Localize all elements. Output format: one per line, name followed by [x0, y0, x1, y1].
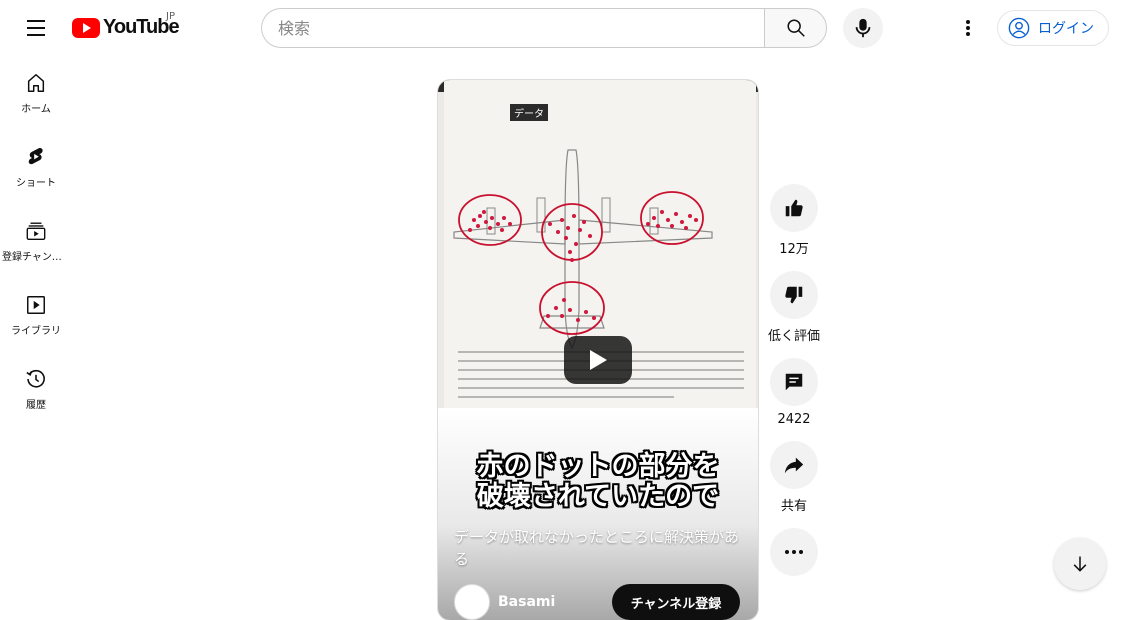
subscribe-button[interactable]: チャンネル登録 — [612, 584, 740, 620]
comments-button[interactable] — [770, 358, 818, 406]
search-box — [261, 8, 827, 48]
sidebar-item-history[interactable]: 履歴 — [0, 352, 72, 426]
shorts-video-player[interactable]: データ 赤のドットの部分を 破壊されていたので データが取れなかったところに解決… — [438, 80, 758, 620]
short-title[interactable]: データが取れなかったところに解決策がある — [454, 526, 746, 570]
share-button[interactable] — [770, 441, 818, 489]
overlay-caption-line2: 破壊されていたので — [476, 481, 720, 512]
youtube-logo[interactable]: YouTube — [72, 16, 180, 39]
home-icon — [27, 73, 45, 92]
region-code: JP — [166, 11, 175, 22]
more-action — [766, 528, 822, 576]
sidebar-item-subscriptions[interactable]: 登録チャンネル — [0, 204, 72, 278]
shorts-action-rail: 12万 低く評価 2422 共有 — [766, 184, 822, 590]
shorts-icon — [28, 147, 43, 164]
search-button[interactable] — [764, 8, 827, 48]
arrow-down-icon — [1073, 556, 1087, 572]
login-label: ログイン — [1038, 21, 1094, 37]
more-vert-icon — [966, 20, 970, 36]
login-button[interactable]: ログイン — [997, 10, 1109, 46]
youtube-play-icon — [72, 17, 100, 38]
comment-action: 2422 — [766, 358, 822, 427]
channel-bar: Basami チャンネル登録 — [454, 584, 746, 620]
settings-more-button[interactable] — [948, 8, 988, 48]
mini-guide: ホーム ショート 登録チャンネル ライブラリ 履歴 — [0, 56, 72, 426]
sidebar-item-label: 登録チャンネル — [2, 251, 70, 263]
masthead: YouTube JP ログイン — [0, 0, 1124, 56]
dislike-action: 低く評価 — [766, 271, 822, 344]
channel-name[interactable]: Basami — [498, 594, 555, 610]
more-horiz-icon — [785, 550, 803, 554]
search-input[interactable] — [261, 8, 764, 48]
channel-avatar[interactable] — [454, 584, 490, 620]
sidebar-item-label: ライブラリ — [11, 325, 61, 337]
sidebar-item-label: 履歴 — [26, 399, 46, 411]
sidebar-item-shorts[interactable]: ショート — [0, 130, 72, 204]
comment-icon — [785, 373, 803, 391]
video-overlay-caption: 赤のドットの部分を 破壊されていたので — [438, 452, 758, 512]
thumb-up-icon — [785, 199, 803, 217]
next-short-button[interactable] — [1054, 538, 1106, 590]
menu-icon[interactable] — [16, 12, 56, 44]
dislike-label: 低く評価 — [767, 329, 820, 344]
play-button[interactable] — [564, 336, 632, 384]
microphone-icon — [855, 18, 871, 38]
thumb-down-icon — [785, 286, 803, 304]
like-action: 12万 — [766, 184, 822, 257]
dislike-button[interactable] — [770, 271, 818, 319]
share-label: 共有 — [780, 499, 807, 514]
sidebar-item-home[interactable]: ホーム — [0, 56, 72, 130]
more-actions-button[interactable] — [770, 528, 818, 576]
like-button[interactable] — [770, 184, 818, 232]
sidebar-item-library[interactable]: ライブラリ — [0, 278, 72, 352]
sidebar-item-label: ショート — [16, 177, 56, 189]
share-action: 共有 — [766, 441, 822, 514]
share-icon — [784, 457, 804, 474]
play-icon — [590, 350, 607, 370]
subscriptions-icon — [26, 222, 46, 240]
like-count: 12万 — [779, 242, 809, 257]
search-icon — [786, 19, 805, 37]
library-icon — [27, 295, 45, 314]
sidebar-item-label: ホーム — [21, 103, 51, 115]
account-circle-icon — [1008, 17, 1030, 39]
image-label-tag: データ — [510, 104, 548, 121]
comment-count: 2422 — [777, 412, 811, 427]
voice-search-button[interactable] — [843, 8, 883, 48]
history-icon — [26, 369, 45, 388]
overlay-caption-line1: 赤のドットの部分を — [476, 451, 720, 482]
